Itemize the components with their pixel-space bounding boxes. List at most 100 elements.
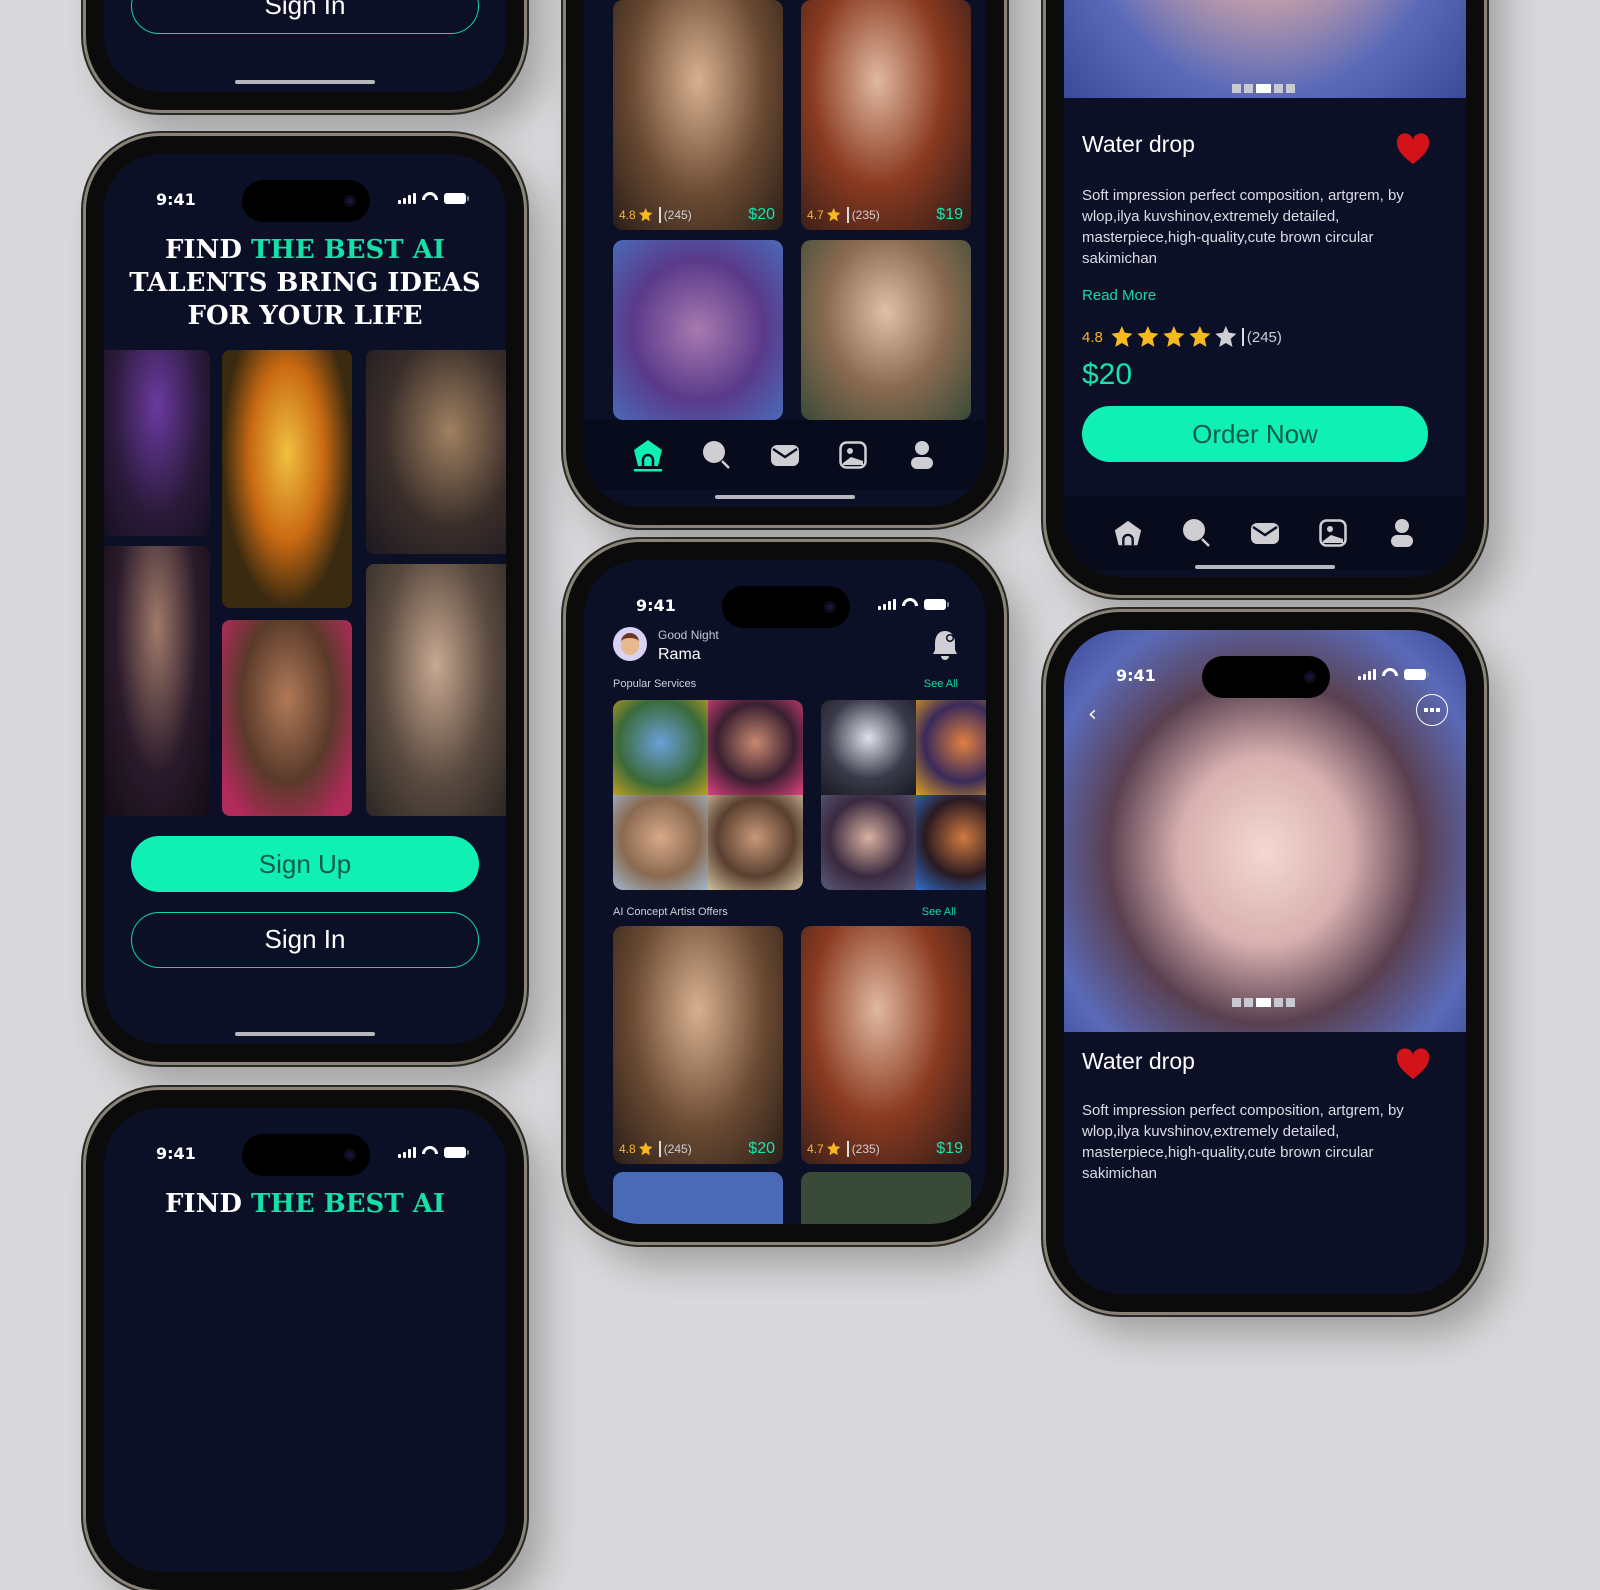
offer-card[interactable] — [613, 240, 783, 420]
service-thumb — [916, 795, 986, 890]
phone-onboarding-bottom: 9:41 FIND THE BEST AI — [86, 1090, 524, 1590]
offer-card[interactable] — [801, 1172, 971, 1224]
sign-in-button[interactable]: Sign In — [131, 0, 479, 34]
home-indicator — [715, 495, 855, 499]
offer-card[interactable]: 4.7 (235) $19 — [801, 926, 971, 1164]
favorite-heart-icon[interactable] — [1396, 1048, 1430, 1080]
phone-onboarding-top: Sign In — [86, 0, 524, 110]
signal-icon — [398, 1147, 416, 1158]
artwork-anime-girl[interactable] — [104, 546, 210, 816]
favorite-heart-icon[interactable] — [1396, 133, 1430, 165]
phone-detail: 9:41 ‹ Water drop Soft impression perfec… — [1046, 612, 1484, 1312]
signal-icon — [1358, 669, 1376, 680]
offer-meta: 4.7 (235) $19 — [807, 1140, 963, 1158]
gallery-icon[interactable] — [1317, 517, 1349, 549]
offer-price: $20 — [748, 1140, 775, 1157]
read-more-link[interactable]: Read More — [1082, 287, 1156, 304]
headline-line-3: FOR YOUR LIFE — [187, 301, 423, 331]
offer-price: $19 — [936, 206, 963, 223]
gallery-icon[interactable] — [837, 439, 869, 471]
status-bar: 9:41 — [104, 154, 506, 222]
service-tile-grid[interactable] — [613, 700, 803, 890]
offers-see-all-link[interactable]: See All — [922, 906, 956, 918]
home-indicator — [235, 80, 375, 84]
offer-card[interactable] — [801, 240, 971, 420]
offer-card[interactable]: 4.8 (245) $20 — [613, 926, 783, 1164]
headline-accent: THE BEST AI — [250, 1189, 446, 1219]
home-icon[interactable] — [632, 439, 664, 472]
star-filled-icon — [1137, 326, 1159, 347]
mail-icon[interactable] — [1249, 517, 1281, 549]
artwork-title: Water drop — [1082, 131, 1195, 157]
profile-icon[interactable] — [906, 439, 938, 471]
wifi-icon — [902, 598, 918, 610]
back-chevron-icon[interactable]: ‹ — [1088, 702, 1097, 727]
bottom-nav — [584, 420, 986, 490]
artwork-fire-woman[interactable] — [222, 350, 352, 608]
service-thumb — [821, 795, 916, 890]
star-filled-icon — [1163, 326, 1185, 347]
sign-up-button[interactable]: Sign Up — [131, 836, 479, 892]
offer-card[interactable]: 4.8 (245) $20 — [613, 0, 783, 230]
service-thumb — [613, 700, 708, 795]
popular-see-all-link[interactable]: See All — [924, 678, 958, 690]
offer-review-count: (245) — [663, 1142, 692, 1156]
screen: 9:41 ‹ Water drop Soft impression perfec… — [1064, 630, 1466, 1294]
more-options-icon[interactable] — [1416, 694, 1448, 726]
status-time: 9:41 — [636, 596, 676, 615]
signal-icon — [878, 599, 896, 610]
dynamic-island — [242, 180, 370, 222]
phone-detail-top: Water drop Soft impression perfect compo… — [1046, 0, 1484, 595]
rating-value: 4.8 — [1082, 328, 1103, 346]
offer-card[interactable] — [613, 1172, 783, 1224]
star-icon — [638, 1142, 653, 1156]
service-tile-grid[interactable] — [821, 700, 986, 890]
search-icon[interactable] — [1181, 517, 1213, 549]
signal-icon — [398, 193, 416, 204]
dynamic-island — [1202, 656, 1330, 698]
artwork-peacock[interactable] — [104, 350, 210, 536]
offer-review-count: (235) — [851, 1142, 880, 1156]
artwork-description: Soft impression perfect composition, art… — [1082, 187, 1404, 267]
artwork-portrait-woman[interactable] — [366, 564, 506, 816]
artwork-astronaut[interactable] — [366, 350, 506, 554]
service-thumb — [821, 700, 916, 795]
offer-rating: 4.8 — [619, 208, 636, 222]
carousel-indicator — [1232, 998, 1295, 1007]
headline-part: FIND — [164, 235, 251, 265]
offer-card[interactable]: 4.7 (235) $19 — [801, 0, 971, 230]
review-count: (245) — [1246, 328, 1282, 346]
star-empty-icon — [1215, 326, 1237, 347]
screen: Sign In — [104, 0, 506, 92]
battery-icon — [444, 193, 469, 204]
divider — [1241, 328, 1244, 346]
status-bar: 9:41 — [104, 1108, 506, 1176]
artwork-title: Water drop — [1082, 1048, 1195, 1074]
search-icon[interactable] — [701, 439, 733, 471]
artwork-turban-man[interactable] — [222, 620, 352, 816]
offers-section-label: AI Concept Artist Offers — [613, 906, 728, 918]
screen: 4.8 (245) $20 4.7 (235) $19 — [584, 0, 986, 507]
home-icon[interactable] — [1112, 517, 1144, 549]
star-icon — [826, 1142, 841, 1156]
status-bar: 9:41 — [1064, 630, 1466, 698]
dynamic-island — [242, 1134, 370, 1176]
star-filled-icon — [1189, 326, 1211, 347]
dynamic-island — [722, 586, 850, 628]
screen: Water drop Soft impression perfect compo… — [1064, 0, 1466, 577]
mail-icon[interactable] — [769, 439, 801, 471]
offer-review-count: (235) — [851, 208, 880, 222]
order-now-button[interactable]: Order Now — [1082, 406, 1428, 462]
divider — [658, 207, 661, 223]
detail-price: $20 — [1082, 358, 1133, 391]
sign-in-button[interactable]: Sign In — [131, 912, 479, 968]
headline-accent: THE BEST AI — [250, 235, 446, 265]
offer-rating: 4.7 — [807, 1142, 824, 1156]
offer-rating: 4.8 — [619, 1142, 636, 1156]
profile-icon[interactable] — [1386, 517, 1418, 549]
avatar[interactable] — [613, 627, 647, 661]
notification-bell-icon[interactable] — [932, 630, 958, 664]
service-thumb — [708, 700, 803, 795]
service-thumb — [708, 795, 803, 890]
wifi-icon — [422, 192, 438, 204]
